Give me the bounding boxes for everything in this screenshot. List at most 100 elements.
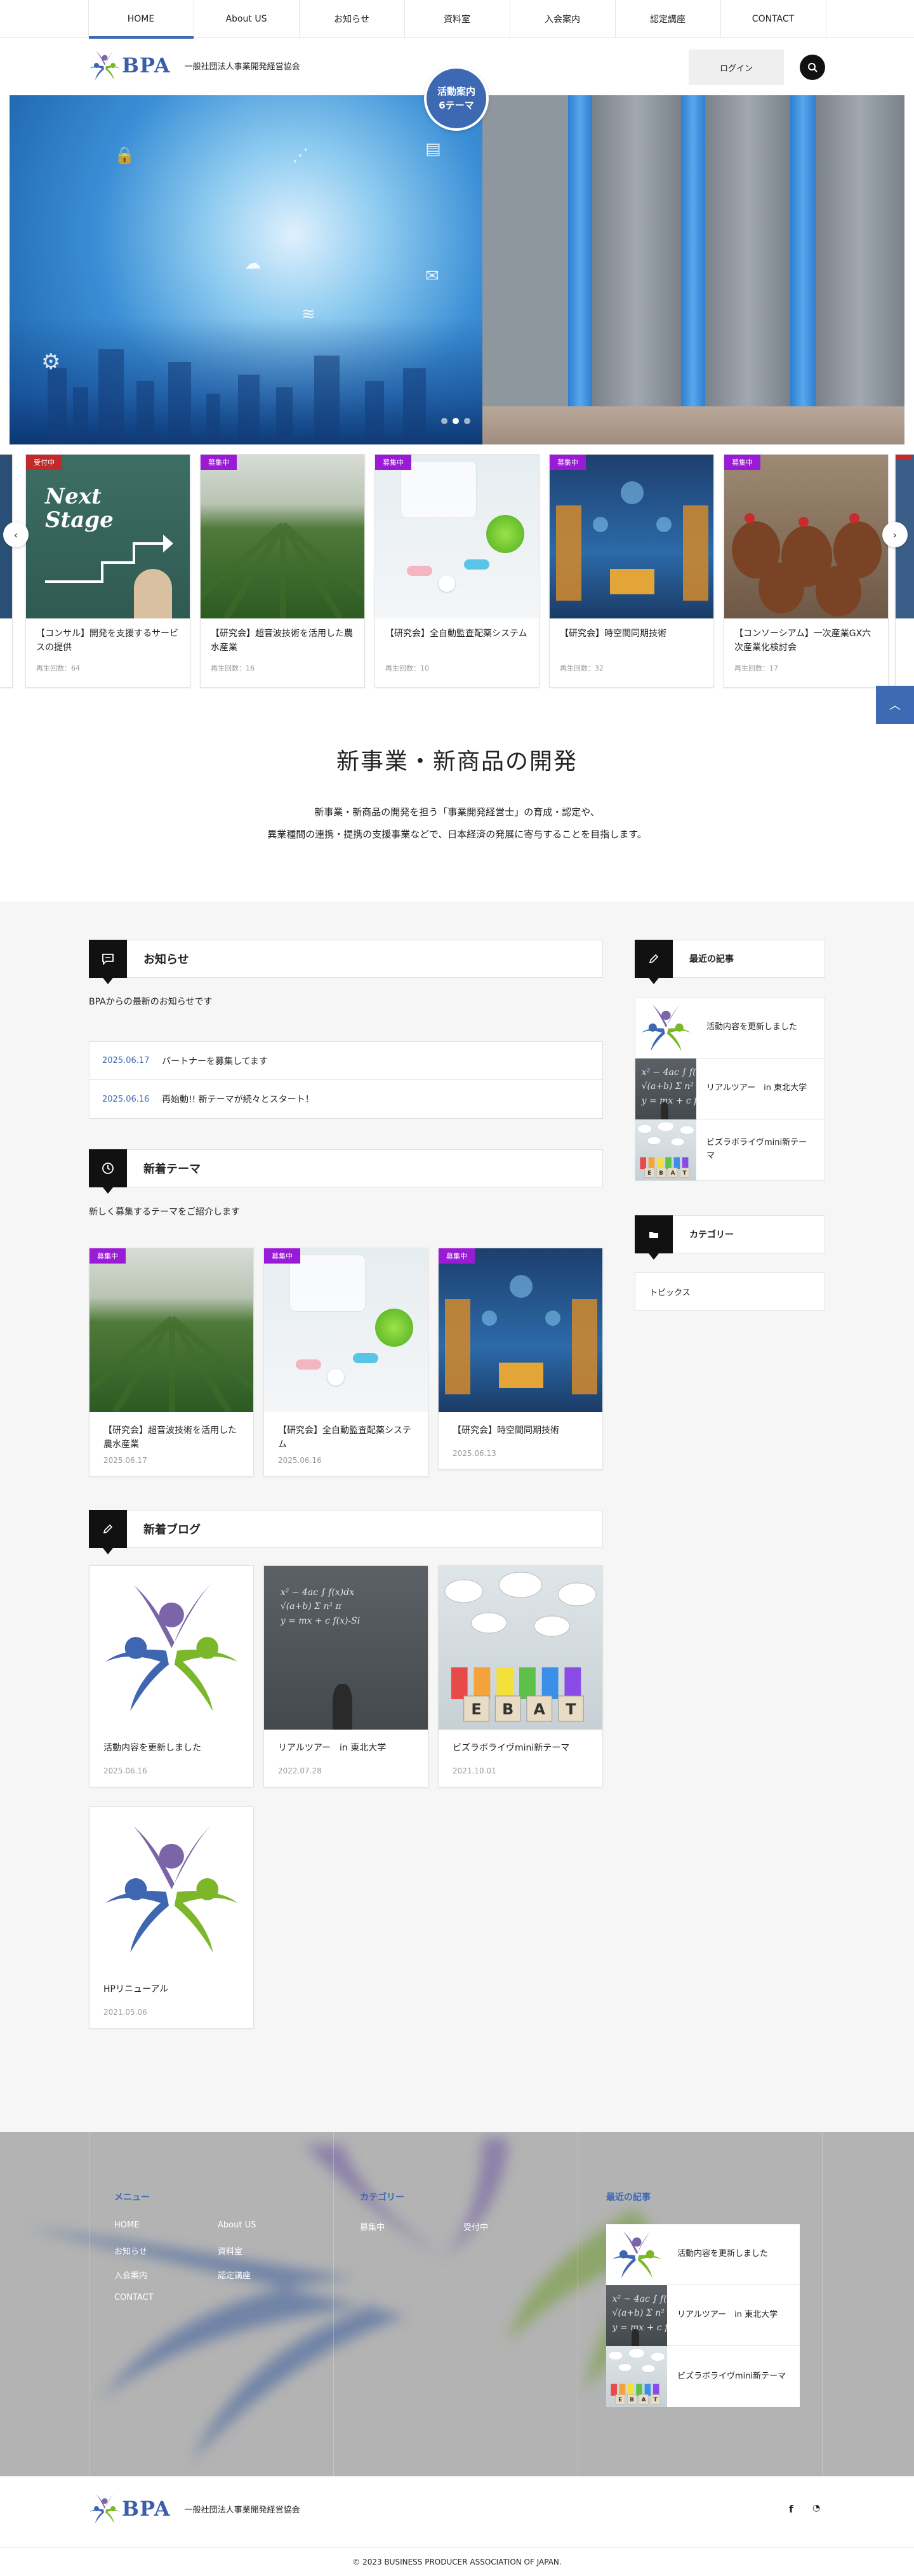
- footer-menu-link[interactable]: お知らせ: [114, 2245, 147, 2257]
- svg-text:E: E: [618, 2397, 622, 2403]
- blog-card[interactable]: x² − 4ac ∫ f(x)dx √(a+b) Σ n² πy = mx + c…: [263, 1565, 428, 1787]
- blog-card[interactable]: HPリニューアル 2021.05.06: [89, 1806, 254, 2029]
- footer-menu-link[interactable]: About US: [218, 2220, 256, 2230]
- footer-category-link[interactable]: 受付中: [463, 2220, 488, 2232]
- nav-item-0[interactable]: HOME: [88, 0, 194, 39]
- theme-card[interactable]: 募集中 【研究会】全自動監査配薬システム 2025.06.16: [263, 1248, 428, 1477]
- recent-post-thumb: EBAT: [635, 1119, 696, 1180]
- intro-line2: 異業種間の連携・提携の支援事業などで、日本経済の発展に寄与することを目指します。: [267, 828, 647, 840]
- svg-text:E: E: [471, 1700, 481, 1718]
- status-badge: 募集中: [724, 455, 760, 470]
- intro-title: 新事業・新商品の開発: [336, 749, 578, 775]
- news-item[interactable]: 2025.06.17 パートナーを募集してます: [89, 1042, 602, 1080]
- blog-card-date: 2025.06.16: [103, 1766, 147, 1775]
- status-badge: 募集中: [201, 455, 237, 470]
- slider-dot-active[interactable]: [453, 418, 459, 424]
- carousel-prev-button[interactable]: ‹: [3, 522, 29, 547]
- nav-item-6[interactable]: CONTACT: [721, 0, 826, 38]
- carousel-card-partial[interactable]: [895, 454, 914, 688]
- footer-logo[interactable]: BPA 一般社団法人事業開発経営協会: [89, 2493, 300, 2525]
- carousel-card[interactable]: Next Stage 受付中 【コンサル】開発を支援するサービスの提供 再生回数：64: [25, 454, 190, 688]
- carousel-card-title: 【研究会】時空間同期技術: [560, 629, 666, 639]
- footer-category-heading: カテゴリー: [360, 2192, 404, 2203]
- site-logo[interactable]: BPA 一般社団法人事業開発経営協会: [89, 50, 300, 81]
- carousel-card[interactable]: 募集中 【コンソーシアム】一次産業GX六次産業化検討会 再生回数：17: [724, 454, 889, 688]
- chevron-up-icon: ︿: [889, 699, 901, 712]
- blog-card-image: [89, 1807, 253, 1971]
- recent-post-title: リアルツアー in 東北大学: [677, 2310, 778, 2320]
- nav-item-2[interactable]: お知らせ: [300, 0, 405, 38]
- blog-card-image: x² − 4ac ∫ f(x)dx √(a+b) Σ n² πy = mx + c…: [264, 1566, 428, 1730]
- nav-item-4[interactable]: 入会案内: [510, 0, 616, 38]
- page-top-button[interactable]: ︿: [876, 686, 914, 724]
- recent-post-item[interactable]: E B A T ビズラボライヴmini新テーマ: [606, 2346, 800, 2407]
- recent-post-item[interactable]: 活動内容を更新しました: [635, 997, 825, 1058]
- recent-post-title: 活動内容を更新しました: [706, 1022, 798, 1032]
- document-icon: ▤: [425, 140, 441, 159]
- carousel-next-button[interactable]: ›: [882, 522, 908, 547]
- carousel-card[interactable]: 募集中 【研究会】全自動監査配薬システム 再生回数：10: [374, 454, 540, 688]
- recent-post-item[interactable]: E B A T ビズラボライヴmini新テーマ: [635, 1119, 825, 1180]
- blog-card-title: リアルツアー in 東北大学: [278, 1743, 387, 1753]
- intro-line1: 新事業・新商品の開発を担う「事業開発経営士」の育成・認定や、: [314, 806, 600, 818]
- search-icon: [808, 63, 818, 72]
- blog-card[interactable]: E B A T ビズラボライヴmini新テーマ 2021.10.01: [438, 1565, 603, 1787]
- carousel-card-image: 募集中: [375, 455, 539, 618]
- category-item-topics[interactable]: トピックス: [635, 1272, 825, 1311]
- recent-post-thumb: [635, 997, 696, 1058]
- status-badge: 募集中: [89, 1248, 126, 1264]
- blog-card[interactable]: 活動内容を更新しました 2025.06.16: [89, 1565, 254, 1787]
- global-nav-list: HOME About US お知らせ 資料室 入会案内 認定講座 CONTACT: [88, 0, 826, 39]
- recent-post-item[interactable]: x² − 4ac ∫ f(x)dx√(a+b) Σ n² πy = mx + c…: [635, 1058, 825, 1119]
- theme-carousel: Next Stage 受付中 【コンサル】開発を支援するサービスの提供 再生回数：64 募…: [0, 454, 914, 689]
- footer-menu-link[interactable]: CONTACT: [114, 2293, 154, 2302]
- slider-dot[interactable]: [464, 418, 470, 424]
- blog-card-title: 活動内容を更新しました: [103, 1743, 201, 1753]
- footer-menu-link[interactable]: 入会案内: [114, 2269, 147, 2281]
- theme-card[interactable]: 募集中 【研究会】時空間同期技術 2025.06.13: [438, 1248, 603, 1470]
- carousel-card-meta: 再生回数：17: [734, 664, 778, 672]
- news-date: 2025.06.17: [102, 1056, 150, 1065]
- footer-menu-link[interactable]: 認定講座: [218, 2269, 251, 2281]
- news-item[interactable]: 2025.06.16 再始動!! 新テーマが続々とスタート！: [89, 1080, 602, 1118]
- pencil-icon: [89, 1510, 127, 1554]
- theme-card[interactable]: 募集中 【研究会】超音波技術を活用した農水産業 2025.06.17: [89, 1248, 254, 1477]
- login-button[interactable]: ログイン: [689, 50, 784, 85]
- activity-badge[interactable]: 活動案内 6テーマ: [424, 66, 489, 131]
- news-date: 2025.06.16: [102, 1094, 150, 1104]
- carousel-card-meta: 再生回数：64: [36, 664, 80, 672]
- rss-icon[interactable]: ◔: [812, 2503, 820, 2513]
- nav-item-3[interactable]: 資料室: [405, 0, 510, 38]
- nav-item-5[interactable]: 認定講座: [616, 0, 721, 38]
- blog-heading-text: 新着ブログ: [143, 1523, 201, 1537]
- recent-post-thumb: x² − 4ac ∫ f(x)dx√(a+b) Σ n² πy = mx + c…: [606, 2285, 667, 2346]
- footer-menu-link[interactable]: 資料室: [218, 2245, 242, 2257]
- blog-card-title: HPリニューアル: [103, 1984, 169, 1994]
- recent-post-item[interactable]: 活動内容を更新しました: [606, 2224, 800, 2285]
- cloud-icon: ☁: [244, 254, 261, 273]
- theme-card-date: 2025.06.16: [278, 1455, 322, 1465]
- nav-item-1[interactable]: About US: [194, 0, 300, 38]
- mail-icon: ✉: [425, 267, 439, 286]
- status-badge: 募集中: [375, 455, 411, 470]
- badge-line1: 活動案内: [437, 85, 475, 97]
- news-text: 再始動!! 新テーマが続々とスタート！: [162, 1095, 314, 1105]
- footer-menu-link[interactable]: HOME: [114, 2220, 139, 2230]
- footer-recent-heading: 最近の記事: [606, 2192, 651, 2203]
- slider-dot[interactable]: [441, 418, 447, 424]
- hero-slider[interactable]: 🔒 ⋰ ☁ ≋ ⚙ ▤ ✉: [10, 95, 904, 444]
- carousel-card[interactable]: 募集中 【研究会】超音波技術を活用した農水産業 再生回数：16: [200, 454, 365, 688]
- svg-text:B: B: [502, 1700, 513, 1718]
- facebook-icon[interactable]: f: [789, 2503, 793, 2515]
- recent-heading: 最近の記事: [635, 940, 825, 984]
- footer-recent-list: 活動内容を更新しました x² − 4ac ∫ f(x)dx√(a+b) Σ n² …: [606, 2224, 800, 2407]
- intro-section: 新事業・新商品の開発 新事業・新商品の開発を担う「事業開発経営士」の育成・認定や…: [0, 743, 914, 845]
- carousel-card[interactable]: 募集中 【研究会】時空間同期技術 再生回数：32: [549, 454, 714, 688]
- carousel-card-partial[interactable]: [0, 454, 13, 688]
- carousel-card-image: Next Stage 受付中: [26, 455, 190, 618]
- recent-post-item[interactable]: x² − 4ac ∫ f(x)dx√(a+b) Σ n² πy = mx + c…: [606, 2285, 800, 2346]
- chat-icon: [89, 940, 127, 984]
- search-button[interactable]: [800, 55, 825, 80]
- footer-category-link[interactable]: 募集中: [360, 2220, 385, 2232]
- recent-post-thumb: x² − 4ac ∫ f(x)dx√(a+b) Σ n² πy = mx + c…: [635, 1058, 696, 1119]
